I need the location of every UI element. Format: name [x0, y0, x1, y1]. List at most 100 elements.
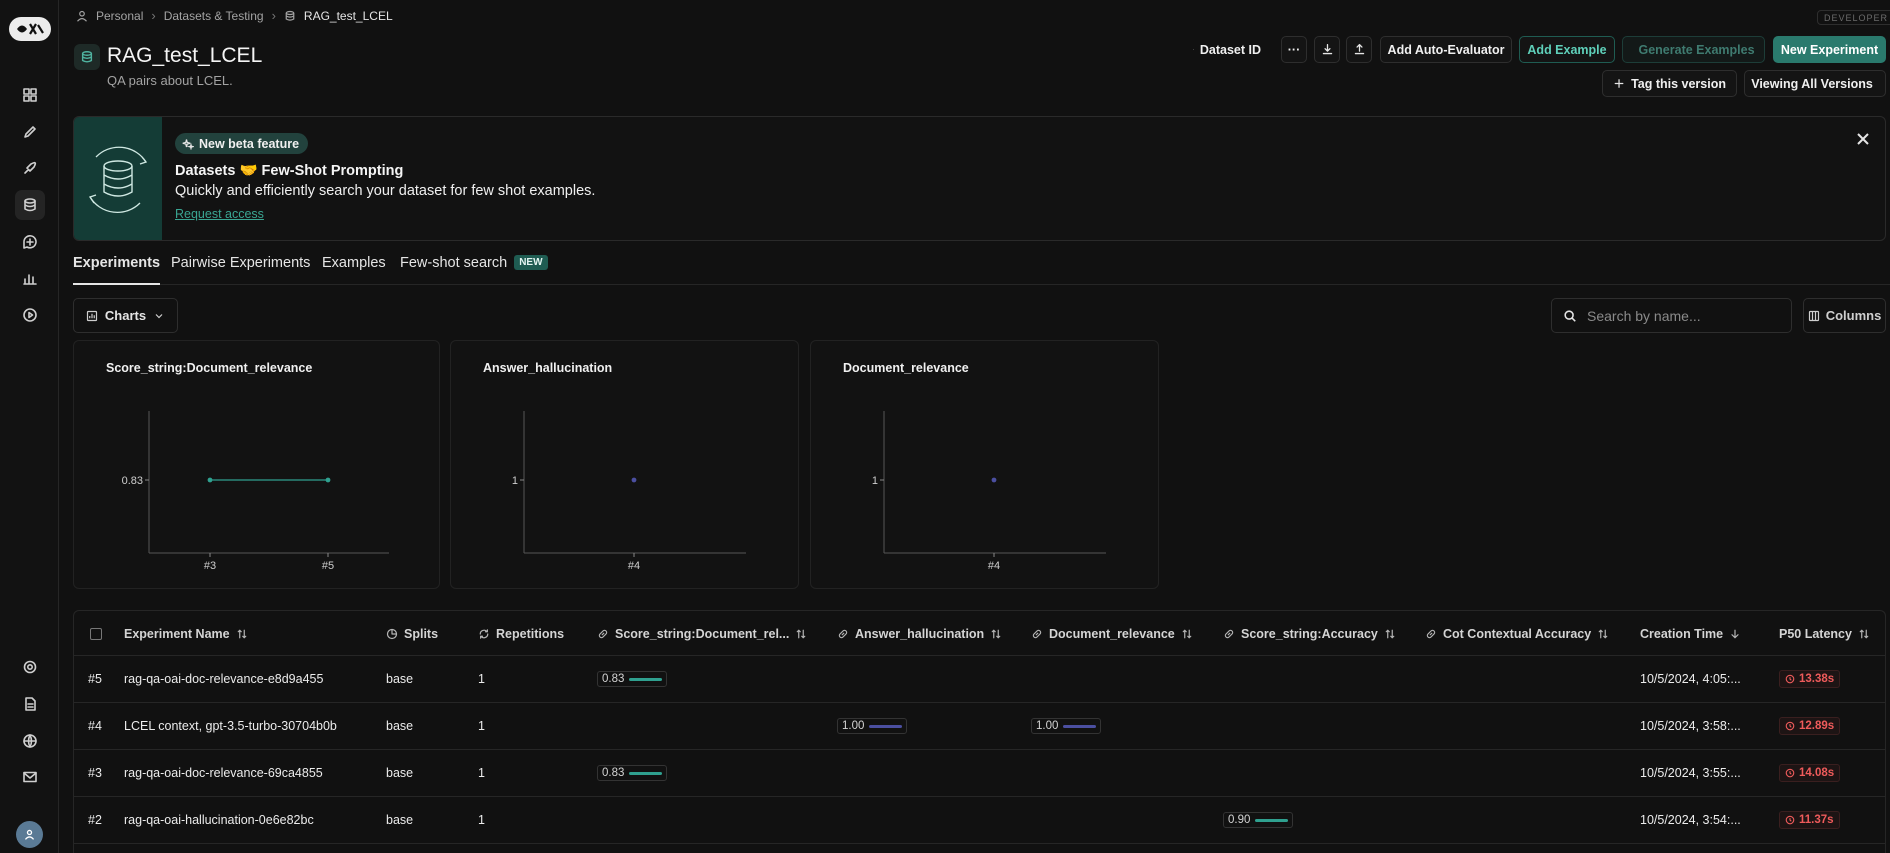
cell-split: base: [386, 766, 414, 780]
grid-icon[interactable]: [15, 80, 45, 110]
data-point: [207, 477, 213, 483]
table-row[interactable]: #3 rag-qa-oai-doc-relevance-69ca4855 base 1…: [74, 750, 1885, 797]
cell-id: #2: [88, 813, 102, 827]
settings-gear-icon[interactable]: [15, 652, 45, 682]
chart-card-document-relevance: Document_relevance 1 #4: [810, 340, 1159, 589]
col-label: Document_relevance: [1049, 626, 1175, 641]
latency-pill: 11.37s: [1779, 811, 1840, 829]
tag-version-label: Tag this version: [1631, 76, 1726, 91]
col-label: Splits: [404, 626, 439, 641]
cell-latency: 11.37s: [1779, 797, 1840, 843]
sort-icon: [1859, 629, 1869, 638]
document-icon[interactable]: [15, 689, 45, 719]
datasets-icon[interactable]: [15, 190, 45, 220]
link-icon: [1224, 629, 1234, 638]
mail-icon[interactable]: [15, 762, 45, 792]
play-circle-icon[interactable]: [15, 300, 45, 330]
score-pill[interactable]: 0.83: [597, 671, 668, 687]
chart-card-answer-hallucination: Answer_hallucination 1 #4: [450, 340, 799, 589]
globe-icon[interactable]: [15, 726, 45, 756]
request-access-link[interactable]: Request access: [175, 207, 264, 221]
tab-few-shot-search-label: Few-shot search: [400, 255, 508, 271]
select-all-checkbox[interactable]: [90, 628, 102, 640]
tab-few-shot-search[interactable]: Few-shot search NEW: [400, 255, 548, 285]
dataset-id-label: Dataset ID: [1199, 42, 1261, 57]
cell-doc-rel: 1.00: [1031, 703, 1102, 749]
link-icon: [838, 629, 848, 638]
col-label: Repetitions: [496, 626, 565, 641]
cell-created: 10/5/2024, 3:55:...: [1640, 766, 1741, 780]
database-illustration-icon: [74, 117, 162, 240]
pencil-icon[interactable]: [15, 117, 45, 147]
tab-pairwise-experiments[interactable]: Pairwise Experiments: [171, 255, 310, 285]
annotation-queue-icon[interactable]: [15, 227, 45, 257]
score-pill[interactable]: 0.90: [1223, 812, 1294, 828]
tab-bar: Experiments Pairwise Experiments Example…: [73, 247, 1890, 285]
columns-button[interactable]: Columns: [1803, 298, 1886, 333]
download-button[interactable]: [1314, 36, 1340, 63]
cell-name[interactable]: rag-qa-oai-hallucination-0e6e82bc: [124, 797, 314, 843]
col-label: Creation Time: [1640, 626, 1724, 641]
col-score-doc-relevance[interactable]: Score_string:Document_rel...: [597, 611, 807, 656]
col-score-accuracy[interactable]: Score_string:Accuracy: [1223, 611, 1396, 656]
upload-button[interactable]: [1346, 36, 1372, 63]
chart-svg: 0.83 #3 #5: [122, 411, 389, 572]
monitoring-chart-icon[interactable]: [15, 263, 45, 293]
cell-name[interactable]: rag-qa-oai-doc-relevance-e8d9a455: [124, 656, 323, 702]
sort-desc-icon: [1731, 629, 1739, 638]
score-value: 1.00: [1036, 720, 1059, 732]
tab-examples[interactable]: Examples: [322, 255, 386, 285]
table-row[interactable]: #4 LCEL context, gpt-3.5-turbo-30704b0b ba…: [74, 703, 1885, 750]
col-splits[interactable]: Splits: [386, 611, 438, 656]
chart-card-score-doc-relevance: Score_string:Document_relevance 0.83 #3 #5: [73, 340, 440, 589]
langsmith-logo-icon[interactable]: [9, 17, 51, 41]
col-p50-latency[interactable]: P50 Latency: [1779, 611, 1870, 656]
clock-icon: [1785, 815, 1795, 825]
cell-created: 10/5/2024, 3:54:...: [1640, 813, 1741, 827]
latency-pill: 12.89s: [1779, 717, 1841, 735]
dataset-id-button[interactable]: Dataset ID: [1182, 36, 1272, 63]
tab-experiments[interactable]: Experiments: [73, 255, 161, 285]
col-document-relevance[interactable]: Document_relevance: [1031, 611, 1193, 656]
tag-version-button[interactable]: Tag this version: [1602, 70, 1737, 97]
breadcrumb-personal[interactable]: Personal: [96, 9, 143, 23]
col-cot-contextual-accuracy[interactable]: Cot Contextual Accuracy: [1425, 611, 1609, 656]
version-select[interactable]: Viewing All Versions: [1744, 70, 1886, 97]
close-banner-button[interactable]: [1855, 131, 1871, 147]
table-row[interactable]: #5 rag-qa-oai-doc-relevance-e8d9a455 base 1…: [74, 656, 1885, 703]
charts-toggle-button[interactable]: Charts: [73, 298, 178, 333]
col-answer-hallucination[interactable]: Answer_hallucination: [837, 611, 1002, 656]
score-bar: [1255, 818, 1289, 822]
cell-name[interactable]: LCEL context, gpt-3.5-turbo-30704b0b: [124, 703, 337, 749]
new-experiment-button[interactable]: New Experiment: [1773, 36, 1886, 63]
breadcrumb-current: RAG_test_LCEL: [303, 8, 393, 23]
search-input[interactable]: [1587, 307, 1777, 324]
columns-icon: [1808, 310, 1819, 321]
more-options-button[interactable]: ···: [1281, 36, 1307, 63]
breadcrumb-datasets[interactable]: Datasets & Testing: [164, 9, 264, 23]
cell-doc-rel-score: 0.83: [597, 656, 668, 702]
score-value: 0.83: [602, 673, 625, 685]
col-repetitions[interactable]: Repetitions: [478, 611, 564, 656]
score-value: 0.90: [1228, 814, 1251, 826]
add-example-button[interactable]: Add Example: [1519, 36, 1615, 63]
generate-examples-button[interactable]: Generate Examples: [1622, 36, 1765, 63]
user-avatar[interactable]: [16, 821, 43, 848]
x-tick-label: #4: [988, 560, 1000, 572]
latency-pill: 13.38s: [1779, 670, 1841, 688]
user-icon: [77, 10, 87, 22]
score-pill[interactable]: 1.00: [837, 718, 908, 734]
col-creation-time[interactable]: Creation Time: [1640, 611, 1741, 656]
link-icon: [598, 629, 608, 638]
x-tick-label: #5: [322, 560, 334, 572]
table-row[interactable]: #2 rag-qa-oai-hallucination-0e6e82bc base 1…: [74, 797, 1885, 844]
chart-icon: [86, 310, 98, 321]
score-pill[interactable]: 1.00: [1031, 718, 1102, 734]
cell-name[interactable]: rag-qa-oai-doc-relevance-69ca4855: [124, 750, 323, 796]
col-label: Score_string:Document_rel...: [615, 626, 790, 641]
col-experiment-name[interactable]: Experiment Name: [124, 611, 248, 656]
score-pill[interactable]: 0.83: [597, 765, 668, 781]
rocket-icon[interactable]: [15, 153, 45, 183]
add-auto-evaluator-button[interactable]: Add Auto-Evaluator: [1380, 36, 1512, 63]
columns-label: Columns: [1825, 308, 1882, 323]
